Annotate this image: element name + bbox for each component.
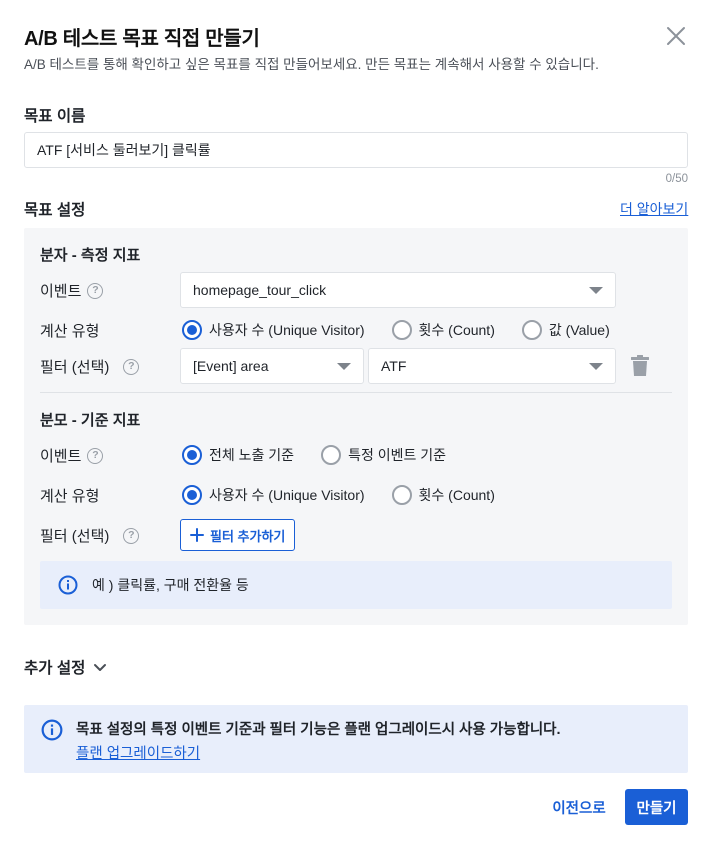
add-filter-label: 필터 추가하기 [210,528,286,544]
radio-unselected-icon [391,485,412,505]
radio-unselected-icon [391,320,412,340]
radio-label: 사용자 수 (Unique Visitor) [209,322,365,338]
radio-selected-icon [182,445,202,465]
plan-notice-text: 목표 설정의 특정 이벤트 기준과 필터 기능은 플랜 업그레이드시 사용 가능… [76,722,561,738]
plan-upgrade-link[interactable]: 플랜 업그레이드하기 [76,742,200,763]
numerator-event-select[interactable]: homepage_tour_click [180,272,616,308]
add-filter-button[interactable]: 필터 추가하기 [180,519,296,551]
close-icon [667,27,685,45]
chevron-down-icon [337,362,351,370]
chevron-down-icon [94,664,107,671]
numerator-calc-radio-group: 사용자 수 (Unique Visitor) 횟수 (Count) 값 (Val… [182,320,637,340]
help-icon[interactable]: ? [123,358,140,375]
radio-selected-icon [182,485,202,505]
radio-specific-event[interactable]: 특정 이벤트 기준 [321,445,446,465]
radio-selected-icon [182,320,202,340]
denominator-event-row-label: 이벤트 ? [40,445,104,466]
numerator-event-row-label: 이벤트 ? [40,280,104,301]
radio-label: 특정 이벤트 기준 [348,447,447,463]
numerator-calc-label: 계산 유형 [40,320,99,341]
example-text: 예 ) 클릭률, 구매 전환율 등 [92,577,249,593]
help-icon[interactable]: ? [123,527,140,544]
numerator-calc-label-text: 계산 유형 [40,323,100,340]
radio-unselected-icon [521,320,542,340]
delete-filter-button[interactable] [630,355,650,377]
denominator-calc-radio-group: 사용자 수 (Unique Visitor) 횟수 (Count) [182,485,522,505]
info-icon [58,575,78,595]
goal-name-label: 목표 이름 [24,108,86,125]
radio-label: 값 (Value) [548,322,610,338]
denominator-title: 분모 - 기준 지표 [40,412,141,429]
filter-key-value: [Event] area [193,358,269,374]
numerator-event-value: homepage_tour_click [193,282,327,298]
denominator-event-radio-group: 전체 노출 기준 특정 이벤트 기준 [182,445,473,465]
numerator-event-label: 이벤트 [40,283,82,300]
extra-settings-toggle[interactable]: 추가 설정 [24,656,107,678]
radio-value[interactable]: 값 (Value) [521,320,610,340]
goal-name-input[interactable] [24,132,688,168]
dialog-title: A/B 테스트 목표 직접 만들기 [24,28,260,50]
radio-count[interactable]: 횟수 (Count) [391,485,495,505]
radio-label: 횟수 (Count) [418,322,495,338]
radio-unselected-icon [321,445,342,465]
denominator-calc-label-text: 계산 유형 [40,488,100,505]
divider [40,392,672,393]
radio-unique-visitor[interactable]: 사용자 수 (Unique Visitor) [182,320,365,340]
radio-label: 사용자 수 (Unique Visitor) [209,487,365,503]
radio-count[interactable]: 횟수 (Count) [391,320,495,340]
learn-more-link[interactable]: 더 알아보기 [620,199,688,219]
help-icon[interactable]: ? [87,282,104,299]
denominator-calc-label: 계산 유형 [40,485,99,506]
create-button[interactable]: 만들기 [625,789,688,825]
filter-value-text: ATF [381,358,407,374]
char-counter: 0/50 [665,173,688,185]
dialog-subtitle: A/B 테스트를 통해 확인하고 싶은 목표를 직접 만들어보세요. 만든 목표… [24,57,599,72]
filter-key-select[interactable]: [Event] area [180,348,364,384]
help-icon[interactable]: ? [87,447,104,464]
plus-icon [190,528,204,542]
goal-settings-label: 목표 설정 [24,202,86,219]
chevron-down-icon [589,286,603,294]
numerator-filter-row-label: 필터 (선택) ? [40,356,140,377]
denominator-filter-label: 필터 (선택) [40,528,110,545]
numerator-filter-label: 필터 (선택) [40,359,110,376]
trash-icon [631,355,649,376]
example-info-box: 예 ) 클릭률, 구매 전환율 등 [40,561,672,609]
close-button[interactable] [662,22,690,50]
chevron-down-icon [589,362,603,370]
info-icon [41,719,63,741]
filter-value-select[interactable]: ATF [368,348,616,384]
denominator-filter-row-label: 필터 (선택) ? [40,525,140,546]
radio-all-exposure[interactable]: 전체 노출 기준 [182,445,294,465]
radio-label: 전체 노출 기준 [209,447,295,463]
prev-button[interactable]: 이전으로 [548,789,610,825]
radio-label: 횟수 (Count) [418,487,495,503]
numerator-title: 분자 - 측정 지표 [40,247,141,264]
extra-settings-label: 추가 설정 [24,660,86,677]
denominator-event-label: 이벤트 [40,448,82,465]
radio-unique-visitor[interactable]: 사용자 수 (Unique Visitor) [182,485,365,505]
